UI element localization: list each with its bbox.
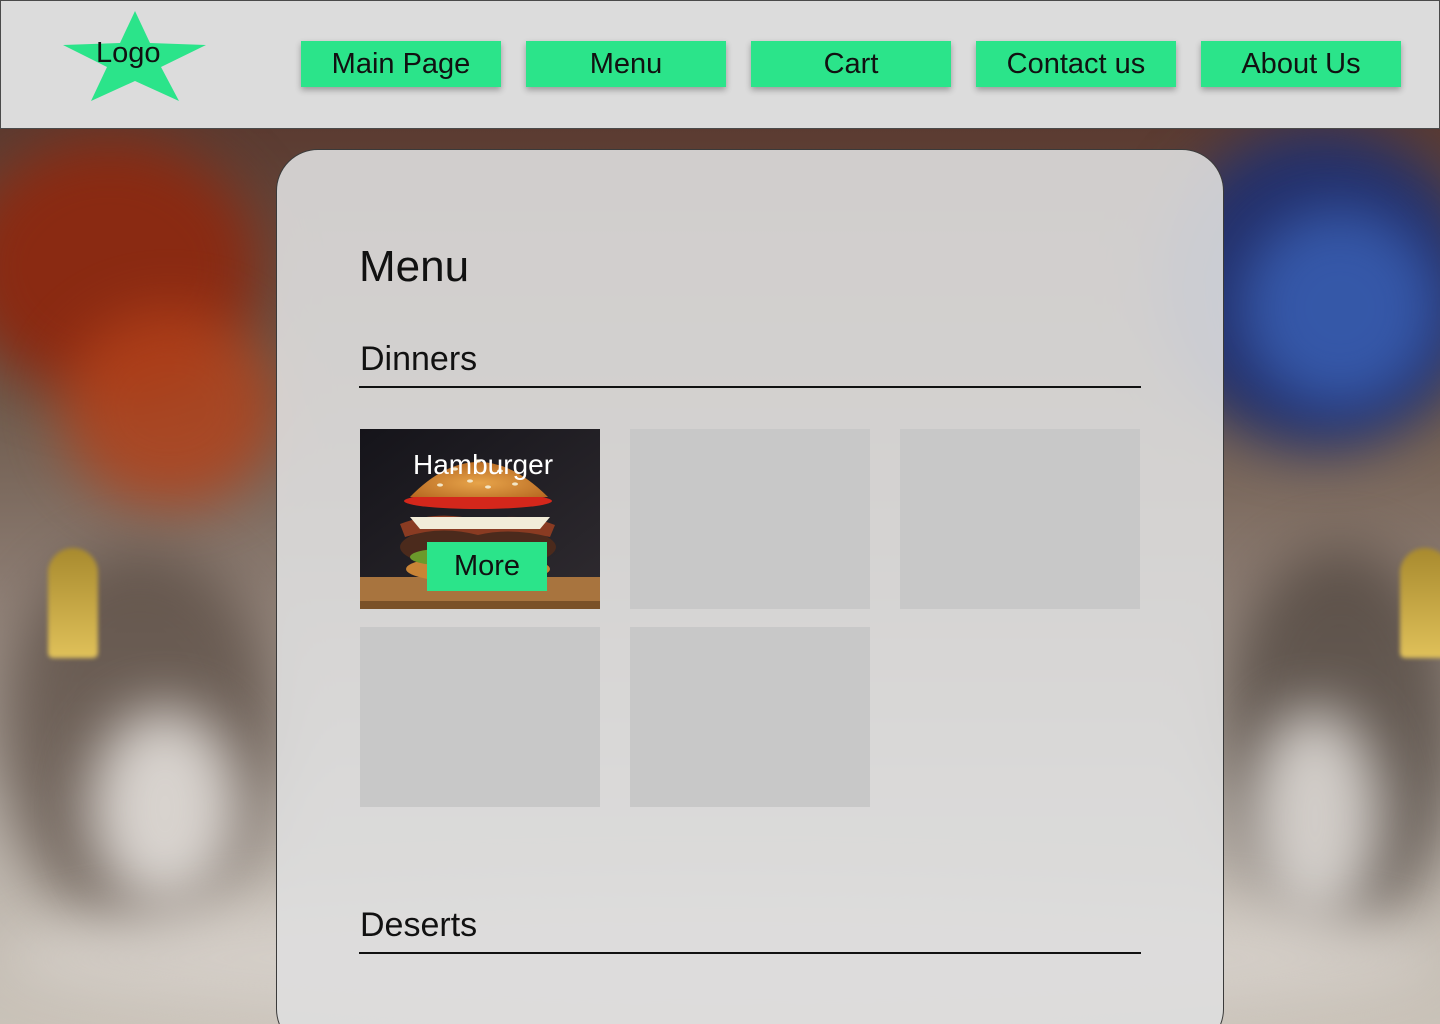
- menu-item-card-placeholder[interactable]: [900, 429, 1140, 609]
- menu-item-card-placeholder[interactable]: [630, 429, 870, 609]
- logo[interactable]: Logo: [63, 11, 207, 101]
- nav-contact-us-button[interactable]: Contact us: [976, 41, 1176, 87]
- menu-item-card-hamburger[interactable]: Hamburger More: [360, 429, 600, 609]
- section-divider: [359, 952, 1141, 954]
- page-title: Menu: [359, 242, 470, 291]
- nav-about-us-button[interactable]: About Us: [1201, 41, 1401, 87]
- menu-item-name: Hamburger: [412, 449, 554, 480]
- site-header: Logo Main Page Menu Cart Contact us Abou…: [0, 0, 1440, 129]
- menu-panel: Menu Dinners Hamburger More Deserts: [276, 149, 1224, 1024]
- nav-cart-button[interactable]: Cart: [751, 41, 951, 87]
- section-title-dinners: Dinners: [360, 340, 478, 378]
- nav-menu-button[interactable]: Menu: [526, 41, 726, 87]
- menu-item-card-placeholder[interactable]: [360, 627, 600, 807]
- section-title-deserts: Deserts: [360, 906, 478, 944]
- section-divider: [359, 386, 1141, 388]
- logo-label: Logo: [96, 37, 161, 69]
- menu-item-card-placeholder[interactable]: [630, 627, 870, 807]
- more-button[interactable]: More: [427, 542, 547, 591]
- nav-main-page-button[interactable]: Main Page: [301, 41, 501, 87]
